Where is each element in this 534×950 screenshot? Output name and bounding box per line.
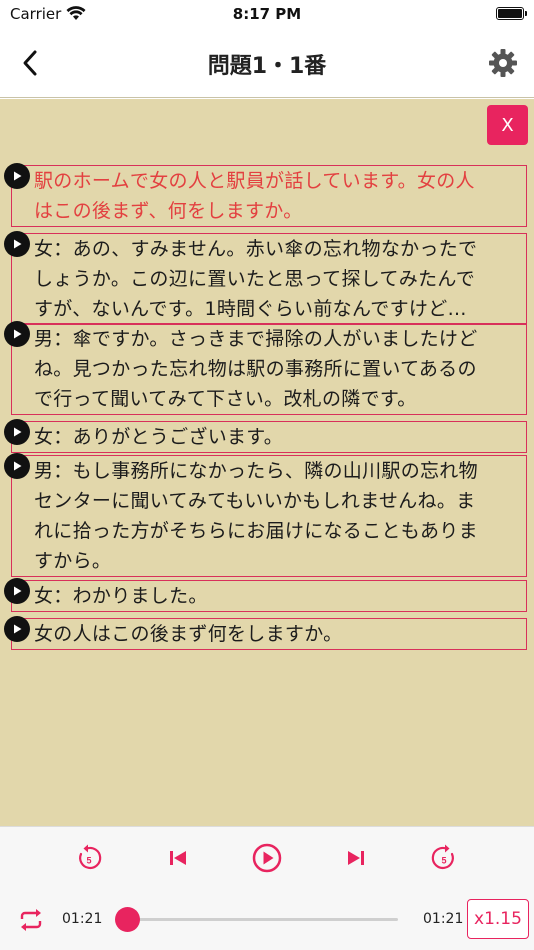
transcript-line-text: 女：わかりました。 — [34, 585, 208, 607]
line-play-button[interactable] — [4, 163, 30, 189]
line-play-button[interactable] — [4, 453, 30, 479]
transcript-line-text: 女：ありがとうございます。 — [34, 426, 284, 448]
rewind-5-button[interactable]: 5 — [72, 841, 106, 875]
transcript-line[interactable]: 女の人はこの後まず何をしますか。 — [11, 618, 527, 650]
status-bar: Carrier 8:17 PM — [0, 0, 534, 28]
play-icon — [14, 427, 22, 437]
skip-next-icon — [348, 851, 364, 865]
transcript-area: X 駅のホームで女の人と駅員が話しています。女の人 はこの後まず、何をしますか。女… — [0, 99, 534, 826]
status-time: 8:17 PM — [232, 5, 302, 23]
transcript-line-text: 駅のホームで女の人と駅員が話しています。女の人 — [34, 170, 475, 192]
play-icon — [14, 586, 22, 596]
play-icon — [14, 171, 22, 181]
progress-thumb[interactable] — [115, 907, 140, 932]
play-icon — [14, 329, 22, 339]
transcript-line-text: ね。見つかった忘れ物は駅の事務所に置いてあるの — [34, 358, 477, 380]
transcript-line-text: 女：あの、すみません。赤い傘の忘れ物なかったで — [34, 238, 478, 260]
transcript-line[interactable]: 男：もし事務所になかったら、隣の山川駅の忘れ物 センターに聞いてみてもいいかもしれ… — [11, 455, 527, 577]
play-button[interactable] — [249, 840, 285, 876]
play-icon — [14, 461, 22, 471]
play-circle-icon — [252, 843, 282, 873]
repeat-button[interactable] — [14, 903, 48, 937]
navigation-bar: 問題1・1番 — [0, 28, 534, 98]
gear-icon[interactable] — [488, 48, 518, 78]
transcript-line-text: すが、ないんです。1時間ぐらい前なんですけど… — [34, 298, 467, 320]
play-icon — [14, 624, 22, 634]
forward-5-icon: 5 — [431, 844, 454, 870]
repeat-icon — [20, 909, 42, 931]
transcript-line-text: はこの後まず、何をしますか。 — [34, 200, 303, 222]
transcript-line-text: れに拾った方がそちらにお届けになることもありま — [34, 520, 478, 542]
forward-seconds: 5 — [441, 856, 446, 866]
page-title: 問題1・1番 — [207, 54, 327, 79]
line-play-button[interactable] — [4, 578, 30, 604]
current-time: 01:21 — [62, 911, 103, 927]
transcript-line[interactable]: 駅のホームで女の人と駅員が話しています。女の人 はこの後まず、何をしますか。 — [11, 165, 527, 227]
transcript-line-text: すから。 — [34, 550, 112, 572]
transcript-line[interactable]: 女：あの、すみません。赤い傘の忘れ物なかったで しょうか。この辺に置いたと思って探… — [11, 233, 527, 325]
line-play-button[interactable] — [4, 419, 30, 445]
skip-previous-icon — [170, 851, 186, 865]
transcript-line-text: センターに聞いてみてもいいかもしれませんね。ま — [34, 490, 476, 512]
transcript-line-text: で行って聞いてみて下さい。改札の隣です。 — [34, 388, 417, 410]
transcript-line-text: 男：傘ですか。さっきまで掃除の人がいましたけど — [34, 328, 478, 350]
transcript-line[interactable]: 女：ありがとうございます。 — [11, 421, 527, 453]
line-play-button[interactable] — [4, 321, 30, 347]
line-play-button[interactable] — [4, 231, 30, 257]
previous-button[interactable] — [161, 841, 195, 875]
forward-5-button[interactable]: 5 — [427, 841, 461, 875]
transcript-line-text: 男：もし事務所になかったら、隣の山川駅の忘れ物 — [34, 460, 478, 482]
progress-track[interactable] — [120, 918, 398, 921]
transcript-line-text: 女の人はこの後まず何をしますか。 — [34, 623, 343, 645]
battery-icon — [496, 7, 527, 20]
speed-button[interactable]: x1.15 — [467, 899, 529, 939]
line-play-button[interactable] — [4, 616, 30, 642]
transcript-line[interactable]: 男：傘ですか。さっきまで掃除の人がいましたけど ね。見つかった忘れ物は駅の事務所に… — [11, 323, 527, 415]
rewind-5-icon: 5 — [79, 844, 102, 870]
rewind-seconds: 5 — [86, 856, 91, 866]
transcript-line-text: しょうか。この辺に置いたと思って探してみたんで — [34, 268, 476, 290]
transcript-line[interactable]: 女：わかりました。 — [11, 580, 527, 612]
next-button[interactable] — [339, 841, 373, 875]
close-button[interactable]: X — [487, 105, 528, 145]
play-icon — [14, 239, 22, 249]
total-time: 01:21 — [423, 911, 464, 927]
audio-player: 5 5 01:21 01:21 x1.15 — [0, 826, 534, 950]
